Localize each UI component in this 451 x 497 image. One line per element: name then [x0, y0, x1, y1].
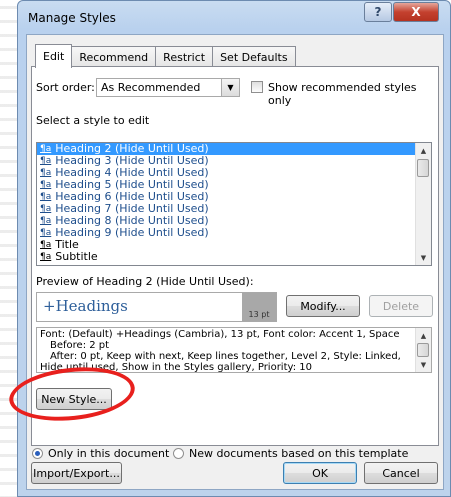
- manage-styles-dialog: Manage Styles ? X Edit Recommend Restric…: [17, 0, 451, 497]
- scroll-down-icon[interactable]: ▼: [416, 250, 431, 265]
- style-description: Font: (Default) +Headings (Cambria), 13 …: [36, 327, 432, 373]
- sort-order-dropdown[interactable]: As Recommended ▼: [96, 78, 240, 97]
- sort-order-label: Sort order:: [36, 81, 95, 94]
- modify-button-label: Modify...: [300, 299, 346, 313]
- paragraph-style-icon: ¶a: [40, 204, 52, 214]
- font-size-value: 13 pt: [248, 310, 270, 319]
- select-style-label: Select a style to edit: [36, 114, 150, 127]
- paragraph-style-icon: ¶a: [40, 180, 52, 190]
- ok-button-label: OK: [312, 466, 328, 480]
- scroll-thumb[interactable]: [417, 343, 429, 357]
- new-documents-label: New documents based on this template: [189, 447, 409, 460]
- tab-strip: Edit Recommend Restrict Set Defaults: [35, 44, 296, 68]
- tab-edit[interactable]: Edit: [35, 44, 73, 68]
- modify-button[interactable]: Modify...: [286, 295, 360, 317]
- sort-order-value: As Recommended: [101, 81, 201, 94]
- dialog-body: Edit Recommend Restrict Set Defaults Sor…: [26, 34, 444, 490]
- preview-label: Preview of Heading 2 (Hide Until Used):: [36, 275, 254, 288]
- only-this-document-label: Only in this document: [48, 447, 170, 460]
- only-this-document-radio[interactable]: [32, 448, 43, 459]
- tab-set-defaults[interactable]: Set Defaults: [212, 46, 296, 67]
- paragraph-style-icon: ¶a: [40, 228, 52, 238]
- title-bar[interactable]: Manage Styles ? X: [18, 1, 450, 35]
- help-button[interactable]: ?: [364, 2, 392, 22]
- paragraph-style-icon: ¶a: [40, 168, 52, 178]
- dialog-title: Manage Styles: [28, 11, 116, 25]
- new-documents-radio[interactable]: [173, 448, 184, 459]
- styles-listbox[interactable]: ¶a Heading 2 (Hide Until Used) ¶a Heading …: [36, 142, 432, 266]
- cancel-button-label: Cancel: [382, 466, 420, 480]
- style-name: Subtitle: [55, 250, 98, 263]
- chevron-down-icon[interactable]: ▼: [221, 79, 239, 96]
- font-size-badge: 13 pt: [242, 293, 276, 321]
- show-recommended-label: Show recommended styles only: [268, 81, 417, 107]
- edit-tab-panel: Sort order: As Recommended ▼ Show recomm…: [31, 66, 439, 446]
- list-item[interactable]: ¶a Heading 9 (Hide Until Used): [37, 227, 431, 239]
- description-line: Font: (Default) +Headings (Cambria), 13 …: [40, 329, 400, 340]
- delete-button-label: Delete: [382, 299, 420, 313]
- tab-label: Restrict: [163, 50, 206, 64]
- paragraph-style-icon: ¶a: [40, 144, 52, 154]
- style-preview: +Headings 13 pt: [36, 292, 277, 322]
- scroll-up-icon[interactable]: ▲: [416, 328, 431, 343]
- scroll-thumb[interactable]: [417, 159, 429, 177]
- help-icon: ?: [374, 5, 382, 19]
- description-line: After: 0 pt, Keep with next, Keep lines …: [50, 351, 401, 362]
- tab-restrict[interactable]: Restrict: [155, 46, 214, 67]
- cancel-button[interactable]: Cancel: [364, 462, 438, 484]
- description-line: Hide until used, Show in the Styles gall…: [40, 362, 312, 373]
- paragraph-style-icon: ¶a: [40, 252, 52, 262]
- paragraph-style-icon: ¶a: [40, 240, 52, 250]
- description-scrollbar[interactable]: ▲ ▼: [415, 328, 431, 372]
- paragraph-style-icon: ¶a: [40, 192, 52, 202]
- tab-label: Set Defaults: [220, 50, 288, 64]
- close-button[interactable]: X: [393, 2, 439, 22]
- show-recommended-checkbox[interactable]: [251, 81, 263, 93]
- styles-scrollbar[interactable]: ▲ ▼: [415, 143, 431, 265]
- paragraph-style-icon: ¶a: [40, 156, 52, 166]
- new-style-button-label: New Style...: [41, 392, 107, 406]
- close-icon: X: [411, 5, 421, 19]
- description-line: Before: 2 pt: [50, 340, 110, 351]
- preview-text: +Headings: [43, 297, 128, 315]
- delete-button[interactable]: Delete: [369, 295, 433, 317]
- new-style-button[interactable]: New Style...: [36, 388, 112, 410]
- import-export-button[interactable]: Import/Export...: [31, 462, 122, 484]
- paragraph-style-icon: ¶a: [40, 216, 52, 226]
- import-export-button-label: Import/Export...: [33, 466, 120, 480]
- tab-label: Recommend: [79, 50, 149, 64]
- tab-label: Edit: [43, 50, 65, 63]
- list-item[interactable]: ¶a Subtitle: [37, 251, 431, 263]
- scroll-down-icon[interactable]: ▼: [416, 357, 431, 372]
- tab-recommend[interactable]: Recommend: [71, 46, 157, 67]
- ok-button[interactable]: OK: [283, 462, 357, 484]
- scroll-up-icon[interactable]: ▲: [416, 143, 431, 158]
